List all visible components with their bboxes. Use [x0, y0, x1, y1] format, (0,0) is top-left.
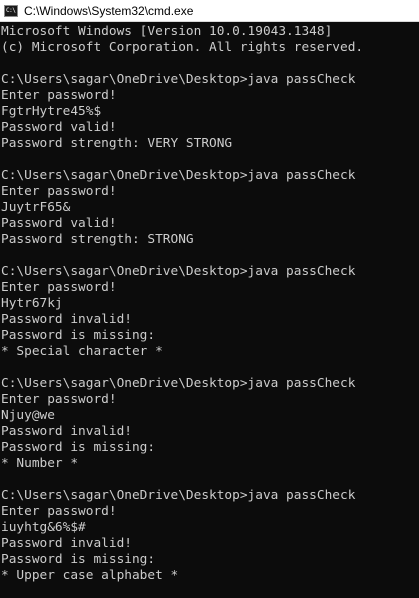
console-line: C:\Users\sagar\OneDrive\Desktop>java pas…	[1, 376, 356, 391]
console-line: C:\Users\sagar\OneDrive\Desktop>java pas…	[1, 168, 356, 183]
console-line: * Number *	[1, 456, 79, 471]
cmd-icon[interactable]: C:\	[4, 4, 18, 17]
console-line: C:\Users\sagar\OneDrive\Desktop>java pas…	[1, 264, 356, 279]
console-line: iuyhtg&6%$#	[1, 520, 86, 535]
console-line: Hytr67kj	[1, 296, 63, 311]
console-line: FgtrHytre45%$	[1, 104, 102, 119]
console-line: Password valid!	[1, 216, 117, 231]
console-output[interactable]: Microsoft Windows [Version 10.0.19043.13…	[0, 22, 419, 598]
console-line: Enter password!	[1, 88, 117, 103]
console-line: Enter password!	[1, 280, 117, 295]
console-line: * Special character *	[1, 344, 163, 359]
console-line: Password invalid!	[1, 312, 132, 327]
console-line: Enter password!	[1, 504, 117, 519]
cmd-window: C:\ C:\Windows\System32\cmd.exe Microsof…	[0, 0, 419, 598]
console-line: C:\Users\sagar\OneDrive\Desktop>java pas…	[1, 72, 356, 87]
title-bar[interactable]: C:\ C:\Windows\System32\cmd.exe	[0, 0, 419, 22]
console-line: C:\Users\sagar\OneDrive\Desktop>java pas…	[1, 488, 356, 503]
console-line: Password is missing:	[1, 440, 156, 455]
console-line: (c) Microsoft Corporation. All rights re…	[1, 40, 364, 55]
console-line: Password invalid!	[1, 424, 132, 439]
console-line: Password invalid!	[1, 536, 132, 551]
console-line: * Upper case alphabet *	[1, 568, 179, 583]
console-line: Password is missing:	[1, 328, 156, 343]
console-line: Enter password!	[1, 392, 117, 407]
console-line: Njuy@we	[1, 408, 55, 423]
console-line: Microsoft Windows [Version 10.0.19043.13…	[1, 24, 333, 39]
console-line: Password valid!	[1, 120, 117, 135]
console-line: Enter password!	[1, 184, 117, 199]
console-line: JuytrF65&	[1, 200, 71, 215]
console-line: Password strength: VERY STRONG	[1, 136, 233, 151]
console-line: Password strength: STRONG	[1, 232, 194, 247]
console-line: Password is missing:	[1, 552, 156, 567]
window-title: C:\Windows\System32\cmd.exe	[24, 3, 194, 18]
